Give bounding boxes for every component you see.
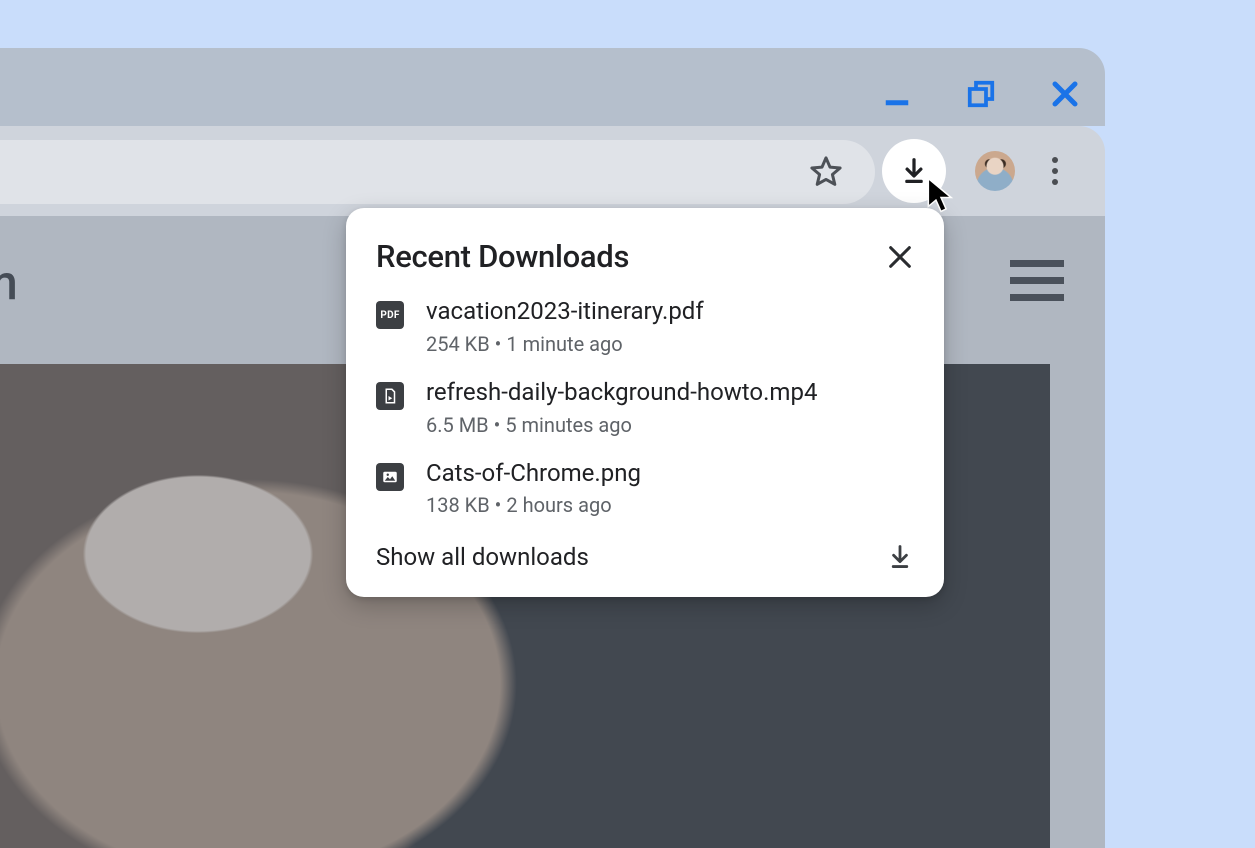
toolbar-right-cluster: [975, 126, 1079, 216]
download-meta: 254 KB • 1 minute ago: [426, 332, 704, 356]
download-item[interactable]: PDF vacation2023-itinerary.pdf 254 KB • …: [376, 297, 914, 356]
window-caption-buttons: [877, 74, 1085, 114]
minimize-icon: [882, 79, 912, 109]
profile-avatar-button[interactable]: [975, 151, 1015, 191]
bookmark-star-button[interactable]: [808, 154, 844, 190]
download-meta: 138 KB • 2 hours ago: [426, 493, 641, 517]
browser-menu-button[interactable]: [1031, 147, 1079, 195]
restore-icon: [966, 79, 996, 109]
open-downloads-folder-button[interactable]: [886, 543, 914, 571]
close-icon: [886, 243, 914, 271]
minimize-button[interactable]: [877, 74, 917, 114]
downloads-list: PDF vacation2023-itinerary.pdf 254 KB • …: [376, 297, 914, 517]
downloads-popup-footer: Show all downloads: [376, 543, 914, 571]
download-filename: refresh-daily-background-howto.mp4: [426, 378, 817, 407]
page-heading-fragment: m: [0, 254, 17, 311]
filetype-pdf-icon: PDF: [376, 301, 404, 329]
filetype-image-icon: [376, 463, 404, 491]
download-item[interactable]: refresh-daily-background-howto.mp4 6.5 M…: [376, 378, 914, 437]
star-icon: [808, 154, 844, 190]
download-icon: [886, 543, 914, 571]
kebab-menu-icon: [1052, 157, 1058, 185]
download-item[interactable]: Cats-of-Chrome.png 138 KB • 2 hours ago: [376, 459, 914, 518]
downloads-popup: Recent Downloads PDF vacation2023-itiner…: [346, 208, 944, 597]
filetype-video-icon: [376, 382, 404, 410]
downloads-popup-title: Recent Downloads: [376, 238, 629, 275]
tab-strip: [0, 48, 1105, 126]
download-filename: Cats-of-Chrome.png: [426, 459, 641, 488]
download-meta: 6.5 MB • 5 minutes ago: [426, 413, 817, 437]
download-filename: vacation2023-itinerary.pdf: [426, 297, 704, 326]
site-hamburger-button[interactable]: [1010, 260, 1064, 301]
restore-button[interactable]: [961, 74, 1001, 114]
close-window-button[interactable]: [1045, 74, 1085, 114]
show-all-downloads-link[interactable]: Show all downloads: [376, 543, 589, 571]
downloads-popup-close-button[interactable]: [886, 243, 914, 271]
downloads-popup-header: Recent Downloads: [376, 238, 914, 275]
close-icon: [1050, 79, 1080, 109]
